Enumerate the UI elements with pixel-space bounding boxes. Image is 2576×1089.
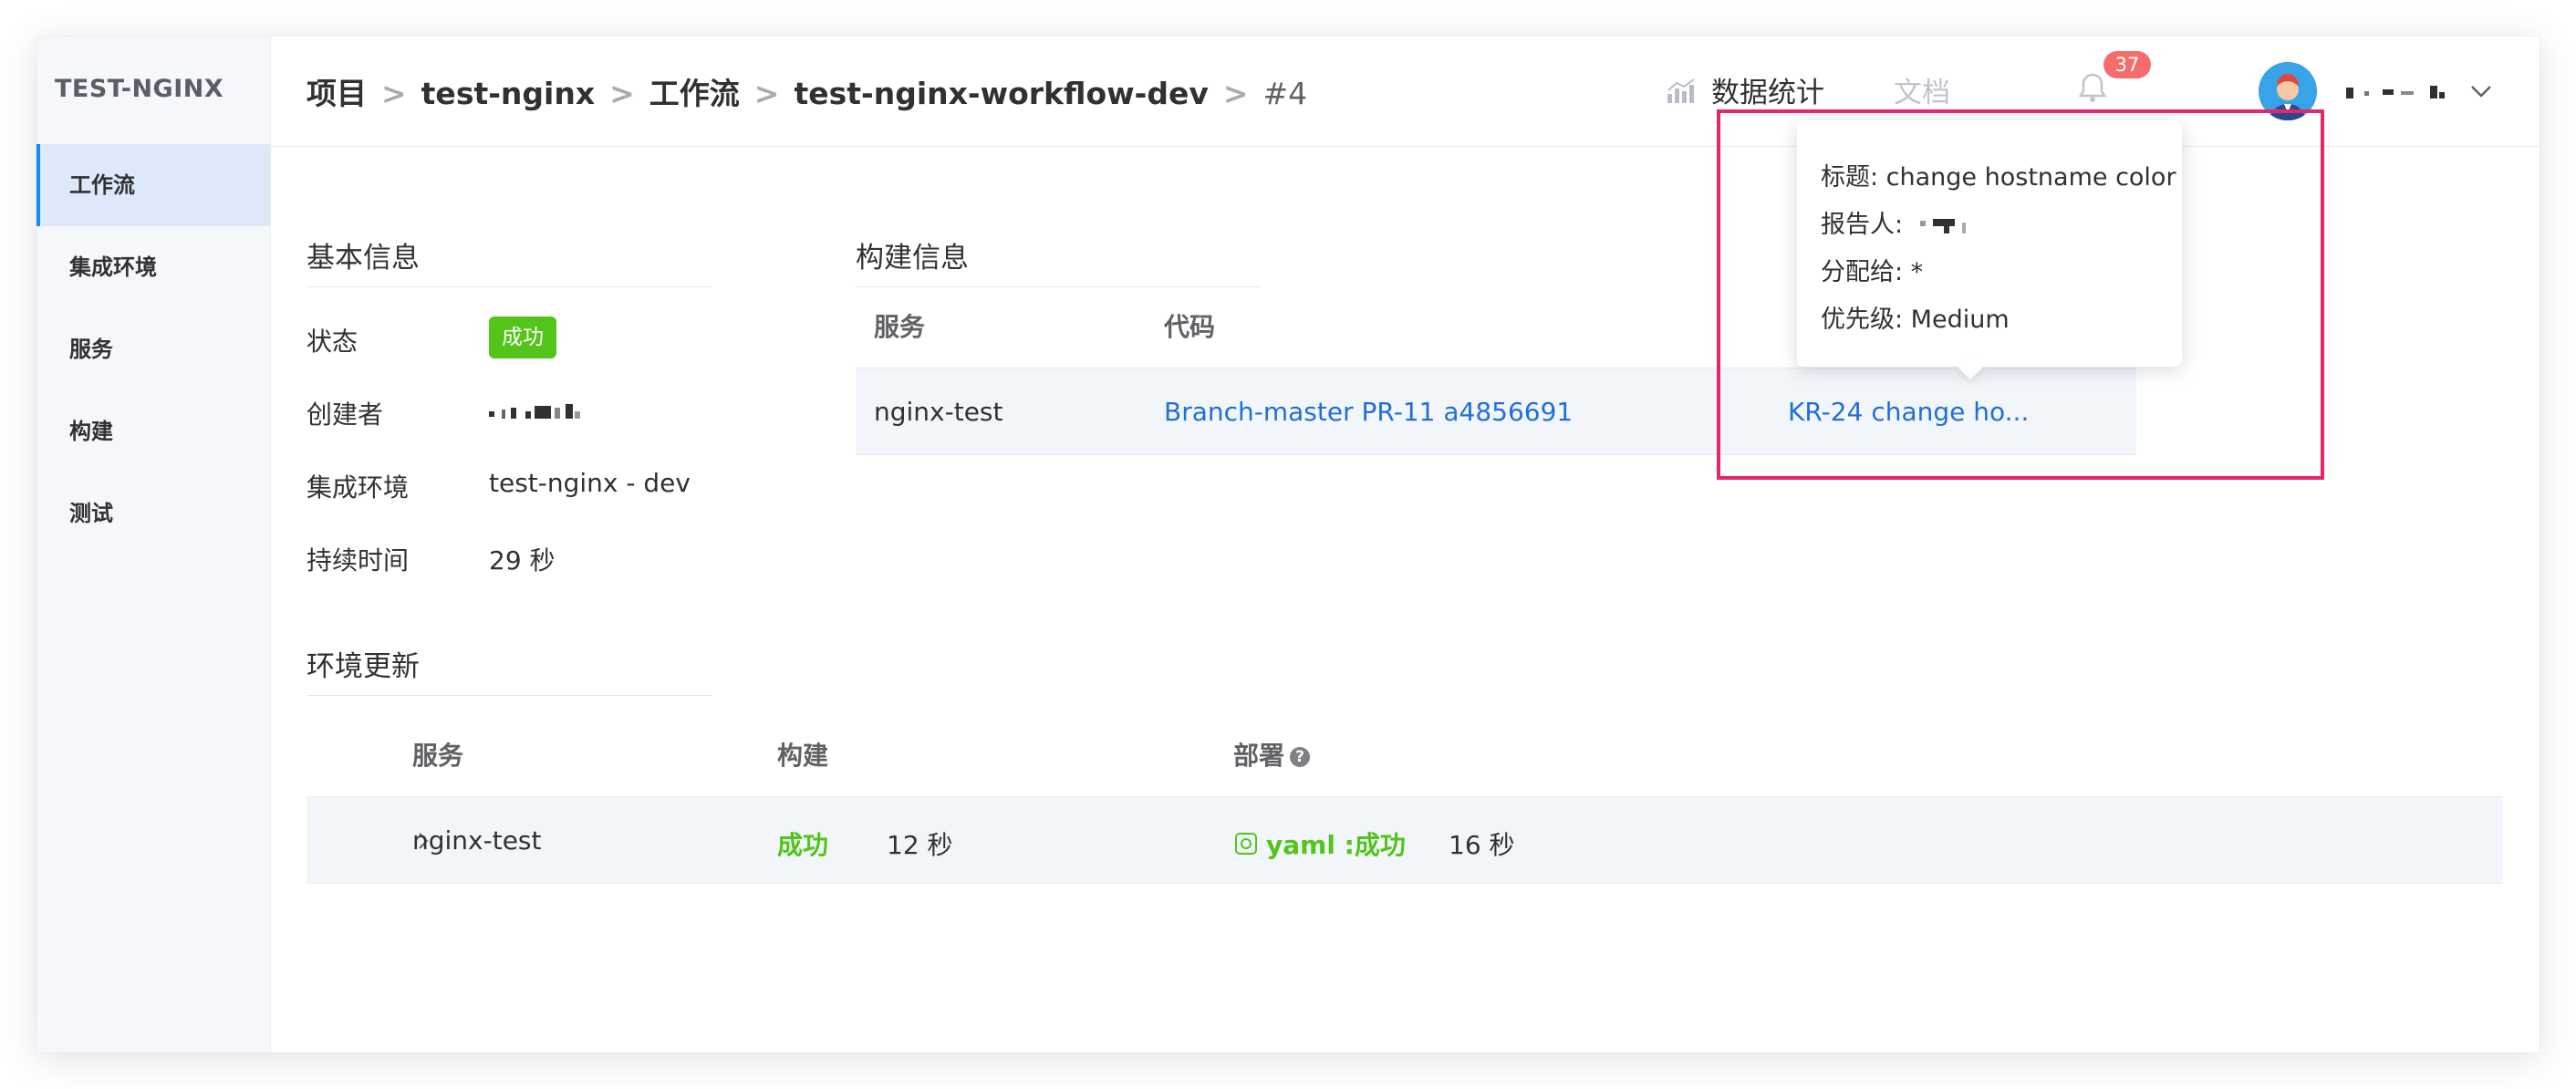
env-row-deploy: yaml :成功 [1233,825,1406,863]
sidebar: TEST-NGINX 工作流 集成环境 服务 构建 测试 [36,36,271,1053]
app-window: TEST-NGINX 工作流 集成环境 服务 构建 测试 项目 > test-ngi… [36,36,2540,1053]
env-col-build: 构建 [777,741,829,771]
user-avatar[interactable] [2259,62,2317,120]
breadcrumb-separator: > [609,76,635,111]
basic-info-title: 基本信息 [306,234,712,287]
environment-label: 集成环境 [306,472,410,503]
build-info-title: 构建信息 [856,234,1261,287]
breadcrumb-separator: > [381,76,407,111]
popover-priority: 优先级: Medium [1821,306,2010,334]
help-icon[interactable]: ? [1290,747,1311,767]
duration-label: 持续时间 [306,545,410,576]
env-col-deploy: 部署? [1233,736,1311,773]
deploy-icon [1233,831,1259,863]
project-brand: TEST-NGINX [55,75,224,103]
chart-icon [1666,78,1697,112]
reporter-redacted [1911,217,1984,235]
issue-popover: 标题: change hostname color 报告人: 分配给: * 优先… [1797,120,2182,380]
notification-count-badge: 37 [2103,51,2151,78]
env-update-title: 环境更新 [306,643,712,696]
env-row-build-status: 成功 [777,830,829,860]
env-col-service: 服务 [412,741,464,771]
docs-label: 文档 [1894,77,1950,109]
status-label: 状态 [306,327,358,357]
breadcrumb-task-number: #4 [1262,76,1308,111]
popover-reporter: 报告人: [1821,204,1984,240]
sidebar-item-workflow[interactable]: 工作流 [36,144,270,226]
issue-link[interactable]: KR-24 change ho... [1788,397,2029,427]
env-row-deploy-time: 16 秒 [1449,830,1515,860]
commit-link[interactable]: Branch-master PR-11 a4856691 [1164,397,1573,427]
environment-value: test-nginx - dev [489,468,691,498]
breadcrumb-projects[interactable]: 项目 [306,76,367,111]
top-header: 项目 > test-nginx > 工作流 > test-nginx-workflow-de… [270,36,2540,147]
sidebar-item-services[interactable]: 服务 [36,308,270,390]
main-content: 基本信息 状态 成功 创建者 集成环境 test-nginx - dev 持续时… [270,147,2540,1053]
build-col-service: 服务 [874,312,926,342]
creator-redacted [489,404,598,422]
bell-icon[interactable] [2074,69,2111,106]
breadcrumb-workflow[interactable]: test-nginx-workflow-dev [794,76,1208,111]
sidebar-item-test[interactable]: 测试 [36,472,270,555]
sidebar-menu: 工作流 集成环境 服务 构建 测试 [36,144,270,555]
creator-label: 创建者 [306,399,384,430]
breadcrumb-separator: > [1222,76,1249,111]
env-row-service: nginx-test [412,825,542,856]
docs-link[interactable]: 文档 [1894,69,1950,110]
popover-assignee: 分配给: * [1821,258,1924,286]
breadcrumb-workflows[interactable]: 工作流 [649,76,740,111]
breadcrumb-separator: > [753,76,780,111]
build-row-service: nginx-test [874,397,1003,427]
sidebar-item-environments[interactable]: 集成环境 [36,226,270,308]
stats-label: 数据统计 [1711,77,1824,109]
breadcrumb-project[interactable]: test-nginx [421,76,595,111]
chevron-down-icon[interactable] [2468,78,2494,104]
status-badge: 成功 [489,316,556,358]
sidebar-item-build[interactable]: 构建 [36,390,270,472]
breadcrumb: 项目 > test-nginx > 工作流 > test-nginx-workflow-de… [306,69,1307,113]
username-redacted [2346,86,2461,100]
stats-link[interactable]: 数据统计 [1666,69,1824,112]
popover-title: 标题: change hostname color [1821,163,2176,192]
env-row-deploy-status: yaml :成功 [1266,830,1406,860]
duration-value: 29 秒 [489,545,556,576]
env-row-build-time: 12 秒 [887,830,953,860]
build-col-code: 代码 [1164,312,1216,342]
deploy-header-label: 部署 [1233,741,1285,771]
popover-reporter-label: 报告人: [1821,211,1904,239]
